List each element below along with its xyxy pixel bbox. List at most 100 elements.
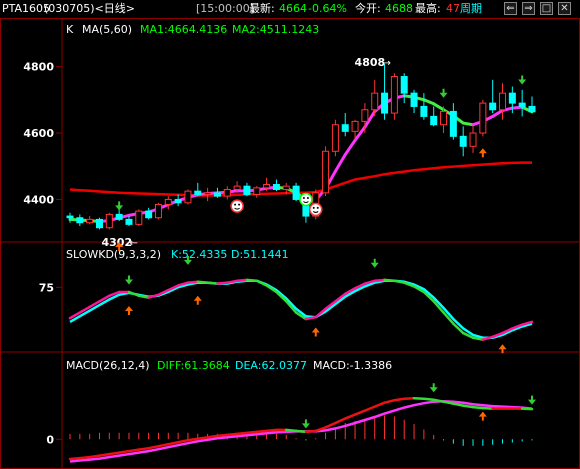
candle-body xyxy=(489,102,497,111)
diff-segment xyxy=(334,417,347,425)
candle-body xyxy=(322,150,330,194)
diff-segment xyxy=(196,436,209,441)
close-icon[interactable]: ✕ xyxy=(558,2,571,15)
diff-segment xyxy=(304,429,317,434)
candle-body xyxy=(371,92,379,111)
ma1-segment xyxy=(343,138,357,157)
diff-legend: DIFF:61.3684 xyxy=(157,359,230,372)
diff-segment xyxy=(206,434,219,439)
candle-body xyxy=(164,198,172,205)
sell-arrow-icon xyxy=(301,419,310,429)
diff-segment xyxy=(245,430,259,435)
buy-arrow-icon xyxy=(124,306,133,315)
k-segment xyxy=(127,290,141,297)
candle-body xyxy=(213,192,221,197)
change-pct: -0.64% xyxy=(308,2,347,15)
candle-body xyxy=(341,124,349,132)
quote-header-bar: PTA1605 (030705)<日线> [15:00:00] 最新: 4664… xyxy=(0,0,580,19)
diff-segment xyxy=(147,444,160,450)
sell-arrow-icon xyxy=(370,258,379,268)
macd-legend: MACD:-1.3386 xyxy=(313,359,392,372)
macd-panel-label: MACD(26,12,4) xyxy=(66,359,150,372)
diff-segment xyxy=(383,398,396,404)
candle-body xyxy=(105,213,113,229)
candle-body xyxy=(76,217,84,224)
back-icon[interactable]: ⇐ xyxy=(504,2,517,15)
open-label: 今开: xyxy=(355,2,381,15)
sell-arrow-icon xyxy=(439,88,448,98)
candle-body xyxy=(115,213,123,220)
ma1-segment xyxy=(333,153,347,173)
diff-segment xyxy=(117,449,131,454)
candle-body xyxy=(135,210,143,225)
candle-body xyxy=(194,190,202,195)
candle-body xyxy=(272,184,280,190)
candle-body xyxy=(440,110,448,126)
diff-segment xyxy=(265,428,278,433)
signal-face-icon xyxy=(299,192,313,207)
candle-body xyxy=(518,102,526,107)
candle-body xyxy=(361,109,369,122)
diff-segment xyxy=(68,456,82,461)
diff-segment xyxy=(255,429,268,434)
high-annotation: 4808 xyxy=(355,56,386,69)
candle-body xyxy=(253,187,261,195)
candle-body xyxy=(233,185,241,190)
ma1-segment xyxy=(491,108,505,118)
high-value: 47 xyxy=(446,2,460,15)
diff-segment xyxy=(78,455,91,460)
k-segment xyxy=(186,280,200,284)
diff-segment xyxy=(363,405,376,412)
diff-segment xyxy=(452,402,465,407)
diff-segment xyxy=(324,421,337,429)
sell-arrow-icon xyxy=(528,395,536,405)
candle-body xyxy=(381,92,389,114)
k-segment xyxy=(373,278,386,283)
candle-body xyxy=(145,210,153,219)
candle-body xyxy=(499,92,507,111)
diff-segment xyxy=(461,404,475,409)
diff-segment xyxy=(373,401,386,408)
signal-face-icon xyxy=(230,199,244,213)
stock-chart[interactable]: K MA(5,60) MA1:4664.4136 MA2:4511.1243 4… xyxy=(0,18,580,469)
maximize-icon[interactable]: □ xyxy=(540,2,553,15)
diff-segment xyxy=(235,431,249,436)
diff-segment xyxy=(127,448,141,453)
diff-segment xyxy=(422,397,435,401)
period-button[interactable]: 周期 xyxy=(460,2,482,16)
candle-body xyxy=(351,120,359,132)
diff-segment xyxy=(471,405,485,410)
candle-body xyxy=(420,105,428,117)
candle-body xyxy=(459,135,467,147)
candle-body xyxy=(204,192,212,195)
k-segment xyxy=(196,280,209,284)
sell-arrow-icon xyxy=(518,75,527,85)
diff-segment xyxy=(226,432,239,437)
ma1-segment xyxy=(422,98,436,106)
kd-panel-label: SLOWKD(9,3,3,2) xyxy=(66,248,161,261)
kd-tick-label: 75 xyxy=(39,281,54,294)
diff-segment xyxy=(343,413,357,420)
candle-body xyxy=(449,110,457,137)
diff-segment xyxy=(137,446,150,451)
candle-body xyxy=(184,190,192,204)
candle-body xyxy=(400,76,408,94)
forward-icon[interactable]: ⇒ xyxy=(522,2,535,15)
buy-arrow-icon xyxy=(478,411,487,421)
candle-body xyxy=(331,124,339,152)
code-period[interactable]: (030705)<日线> xyxy=(44,2,135,16)
candle-body xyxy=(66,215,74,219)
buy-arrow-icon xyxy=(478,148,487,158)
diff-segment xyxy=(108,451,121,456)
candle-body xyxy=(223,188,231,197)
ma1-legend: MA1:4664.4136 xyxy=(140,23,227,36)
k-legend: K:52.4335 xyxy=(171,248,227,261)
diff-segment xyxy=(98,452,111,457)
ma2-legend: MA2:4511.1243 xyxy=(232,23,319,36)
sell-arrow-icon xyxy=(115,201,124,211)
ma1-segment xyxy=(432,102,446,112)
k-segment xyxy=(235,278,249,283)
diff-segment xyxy=(353,409,367,416)
k-segment xyxy=(245,278,259,283)
candle-body xyxy=(292,185,300,200)
